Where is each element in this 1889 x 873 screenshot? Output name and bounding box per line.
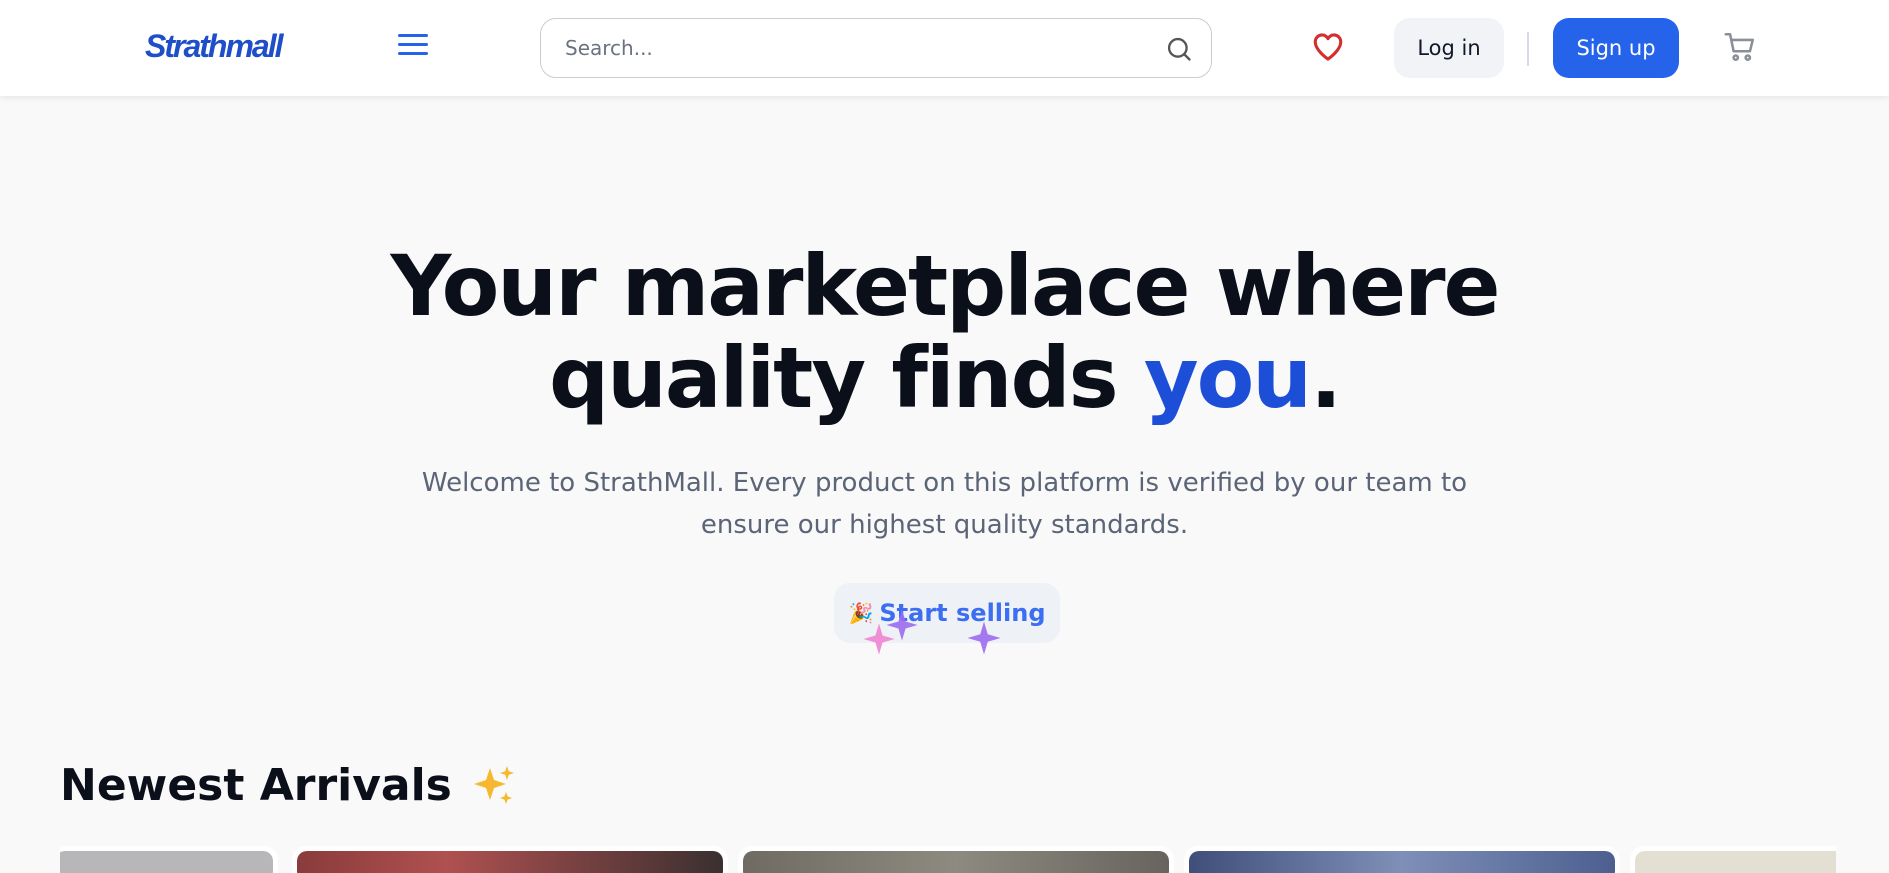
menu-icon[interactable] (398, 34, 428, 60)
newest-arrivals-title: Newest Arrivals (60, 760, 518, 811)
hero-title-period: . (1310, 329, 1342, 427)
product-image (297, 851, 723, 873)
search-input[interactable] (565, 19, 1145, 76)
sparkle-icon (886, 609, 918, 641)
sparkles-icon (473, 765, 514, 804)
hero-title-line2: quality finds (548, 329, 1144, 427)
top-navigation-bar: Strathmall Log in Sign up (0, 0, 1889, 96)
product-image (743, 851, 1169, 873)
cart-icon[interactable] (1722, 30, 1758, 64)
product-card[interactable] (1184, 846, 1620, 873)
hero-title-accent: you (1143, 329, 1312, 427)
product-card[interactable] (738, 846, 1174, 873)
heart-icon[interactable] (1310, 30, 1346, 64)
product-image (1189, 851, 1615, 873)
product-card[interactable] (292, 846, 728, 873)
newest-arrivals-carousel[interactable] (60, 846, 1836, 873)
hero-subtitle: Welcome to StrathMall. Every product on … (421, 468, 1468, 540)
hero-title-line1: Your marketplace where (390, 237, 1500, 335)
sparkle-icon (967, 621, 1001, 655)
strathmall-logo[interactable]: Strathmall (145, 28, 283, 65)
search-icon[interactable] (1165, 35, 1193, 63)
login-button[interactable]: Log in (1394, 18, 1504, 78)
search-bar (540, 18, 1212, 78)
nav-divider (1527, 32, 1529, 66)
newest-arrivals-label: Newest Arrivals (60, 760, 452, 811)
signup-button[interactable]: Sign up (1553, 18, 1679, 78)
product-card[interactable] (1630, 846, 1836, 873)
product-image (1635, 851, 1836, 873)
product-card[interactable] (60, 846, 278, 873)
product-image (60, 851, 273, 873)
hero-title: Your marketplace where quality finds you… (0, 240, 1889, 424)
